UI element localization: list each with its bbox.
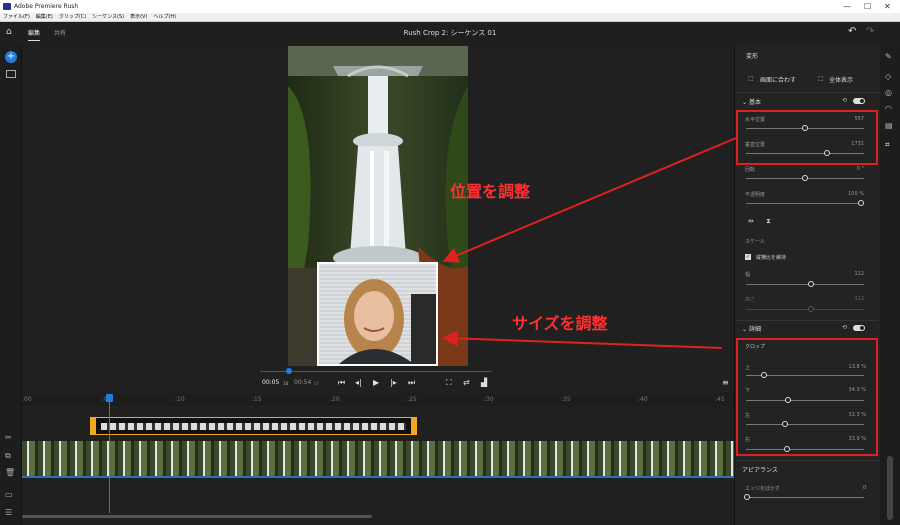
- arrow-to-size: [442, 330, 723, 349]
- annotation-arrows: [442, 137, 737, 349]
- position-callout: 位置を調整: [450, 182, 531, 201]
- size-callout: サイズを調整: [512, 314, 608, 333]
